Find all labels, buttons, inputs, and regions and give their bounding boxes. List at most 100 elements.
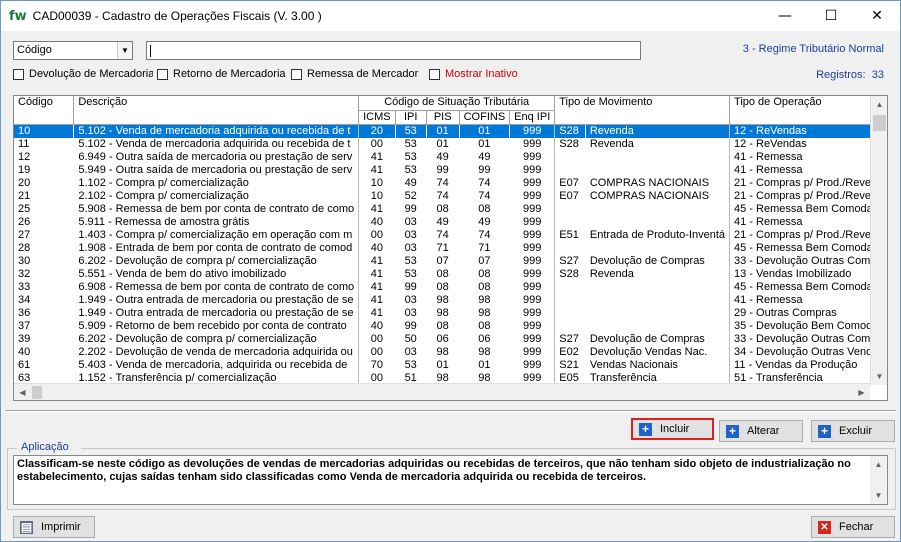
hscroll-thumb[interactable]	[32, 386, 42, 399]
cell-ipi: 52	[395, 189, 427, 203]
aplicacao-textarea[interactable]: Classificam-se neste código as devoluçõe…	[13, 455, 888, 505]
cell-movimento-code	[554, 293, 586, 307]
table-row[interactable]: 19 5.949 - Outra saída de mercadoria ou p…	[14, 163, 887, 177]
cell-descricao: 5.949 - Outra saída de mercadoria ou pre…	[73, 163, 360, 177]
printer-icon: ▤	[20, 519, 33, 534]
scroll-down-icon[interactable]: ▼	[870, 487, 887, 504]
table-row[interactable]: 61 5.403 - Venda de mercadoria, adquirida…	[14, 358, 887, 372]
cell-ipi: 53	[395, 254, 427, 268]
maximize-button[interactable]: ☐	[808, 1, 854, 31]
table-row[interactable]: 40 2.202 - Devolução de venda de mercador…	[14, 345, 887, 359]
cell-tipo-operacao: 35 - Devolução Bem Comoda	[729, 319, 887, 333]
table-row[interactable]: 10 5.102 - Venda de mercadoria adquirida …	[14, 124, 887, 138]
search-input[interactable]	[146, 41, 641, 60]
column-header-descricao[interactable]: Descrição	[73, 96, 360, 125]
table-row[interactable]: 34 1.949 - Outra entrada de mercadoria ou…	[14, 293, 887, 307]
cell-pis: 08	[426, 319, 460, 333]
cell-cofins: 99	[459, 163, 511, 177]
cell-movimento-code	[554, 319, 586, 333]
cell-codigo: 21	[14, 189, 75, 203]
operations-table: Código Descrição Código de Situação Trib…	[14, 96, 887, 385]
table-row[interactable]: 21 2.102 - Compra p/ comercialização 10 52 7…	[14, 189, 887, 203]
checkbox-icon[interactable]	[291, 68, 302, 80]
column-header-cofins[interactable]: COFINS	[459, 110, 511, 125]
cell-enq-ipi: 999	[509, 254, 556, 268]
incluir-button[interactable]: + Incluir	[631, 418, 714, 440]
cell-movimento-desc	[585, 319, 731, 333]
cell-cofins: 71	[459, 241, 511, 255]
table-row[interactable]: 36 1.949 - Outra entrada de mercadoria ou…	[14, 306, 887, 320]
alterar-button[interactable]: + Alterar	[719, 420, 803, 442]
aplicacao-label: Aplicação	[19, 441, 71, 453]
cell-movimento-desc	[585, 293, 731, 307]
remessa-checkbox[interactable]: Remessa de Mercador	[291, 67, 425, 81]
mostrar-inativo-checkbox[interactable]: Mostrar Inativo	[429, 67, 529, 81]
column-header-enq-ipi[interactable]: Enq IPI	[509, 110, 556, 125]
vertical-scrollbar[interactable]: ▲ ▼	[870, 96, 887, 385]
app-logo: fw	[9, 8, 27, 24]
table-row[interactable]: 32 5.551 - Venda de bem do ativo imobiliz…	[14, 267, 887, 281]
fechar-button[interactable]: ✕ Fechar	[811, 516, 895, 538]
devolucao-checkbox[interactable]: Devolução de Mercadoria	[13, 67, 153, 81]
minimize-button[interactable]: —	[762, 1, 808, 31]
imprimir-button[interactable]: ▤ Imprimir	[13, 516, 95, 538]
cell-ipi: 03	[395, 241, 427, 255]
search-field-select[interactable]: Código ▼	[13, 41, 133, 60]
table-row[interactable]: 30 6.202 - Devolução de compra p/ comerci…	[14, 254, 887, 268]
cell-movimento-code	[554, 163, 586, 177]
cell-cofins: 01	[459, 358, 511, 372]
operations-grid[interactable]: Código Descrição Código de Situação Trib…	[13, 95, 888, 401]
cell-descricao: 6.202 - Devolução de compra p/ comercial…	[73, 332, 360, 346]
checkbox-icon[interactable]	[13, 68, 24, 80]
scroll-up-icon[interactable]: ▲	[871, 96, 887, 113]
table-row[interactable]: 12 6.949 - Outra saída de mercadoria ou p…	[14, 150, 887, 164]
table-row[interactable]: 25 5.908 - Remessa de bem por conta de co…	[14, 202, 887, 216]
excluir-button[interactable]: + Excluir	[811, 420, 895, 442]
column-header-codigo[interactable]: Código	[14, 96, 75, 125]
column-header-icms[interactable]: ICMS	[358, 110, 396, 125]
title-bar[interactable]: fw CAD00039 - Cadastro de Operações Fisc…	[1, 1, 900, 31]
table-row[interactable]: 28 1.908 - Entrada de bem por conta de co…	[14, 241, 887, 255]
cell-movimento-desc: Devolução de Compras	[585, 254, 731, 268]
scroll-thumb[interactable]	[873, 115, 886, 131]
cell-cofins: 08	[459, 319, 511, 333]
cell-cofins: 98	[459, 306, 511, 320]
cell-pis: 98	[426, 345, 460, 359]
plus-icon: +	[726, 424, 739, 438]
scroll-up-icon[interactable]: ▲	[870, 456, 887, 473]
scroll-left-icon[interactable]: ◀	[14, 384, 31, 400]
table-row[interactable]: 37 5.909 - Retorno de bem recebido por co…	[14, 319, 887, 333]
retorno-checkbox[interactable]: Retorno de Mercadoria	[157, 67, 287, 81]
close-button[interactable]: ✕	[854, 1, 900, 31]
cell-cofins: 06	[459, 332, 511, 346]
checkbox-icon[interactable]	[429, 68, 440, 80]
table-row[interactable]: 33 6.908 - Remessa de bem por conta de co…	[14, 280, 887, 294]
cell-codigo: 11	[14, 137, 75, 151]
table-row[interactable]: 39 6.202 - Devolução de compra p/ comerci…	[14, 332, 887, 346]
table-row[interactable]: 27 1.403 - Compra p/ comercialização em o…	[14, 228, 887, 242]
cell-icms: 41	[358, 267, 396, 281]
chevron-down-icon[interactable]: ▼	[117, 42, 132, 59]
scroll-down-icon[interactable]: ▼	[871, 368, 887, 385]
cell-icms: 41	[358, 254, 396, 268]
aplicacao-scrollbar[interactable]: ▲ ▼	[870, 456, 887, 504]
table-row[interactable]: 11 5.102 - Venda de mercadoria adquirida …	[14, 137, 887, 151]
cell-descricao: 6.949 - Outra saída de mercadoria ou pre…	[73, 150, 360, 164]
table-row[interactable]: 26 5.911 - Remessa de amostra grátis 40 03 4…	[14, 215, 887, 229]
table-row[interactable]: 20 1.102 - Compra p/ comercialização 10 49 7…	[14, 176, 887, 190]
horizontal-scrollbar[interactable]: ◀ ▶	[14, 383, 870, 400]
column-header-ipi[interactable]: IPI	[395, 110, 427, 125]
cell-pis: 06	[426, 332, 460, 346]
column-header-tipo-operacao[interactable]: Tipo de Operação	[729, 96, 887, 125]
column-header-pis[interactable]: PIS	[426, 110, 460, 125]
cell-descricao: 5.551 - Venda de bem do ativo imobilizad…	[73, 267, 360, 281]
cell-movimento-code: E07	[554, 176, 586, 190]
column-header-tipo-movimento[interactable]: Tipo de Movimento	[554, 96, 731, 125]
cell-tipo-operacao: 45 - Remessa Bem Comodato	[729, 280, 887, 294]
cell-cofins: 98	[459, 293, 511, 307]
checkbox-icon[interactable]	[157, 68, 168, 80]
cell-descricao: 1.102 - Compra p/ comercialização	[73, 176, 360, 190]
scroll-right-icon[interactable]: ▶	[853, 384, 870, 400]
cell-enq-ipi: 999	[509, 358, 556, 372]
cell-movimento-code: S28	[554, 137, 586, 151]
